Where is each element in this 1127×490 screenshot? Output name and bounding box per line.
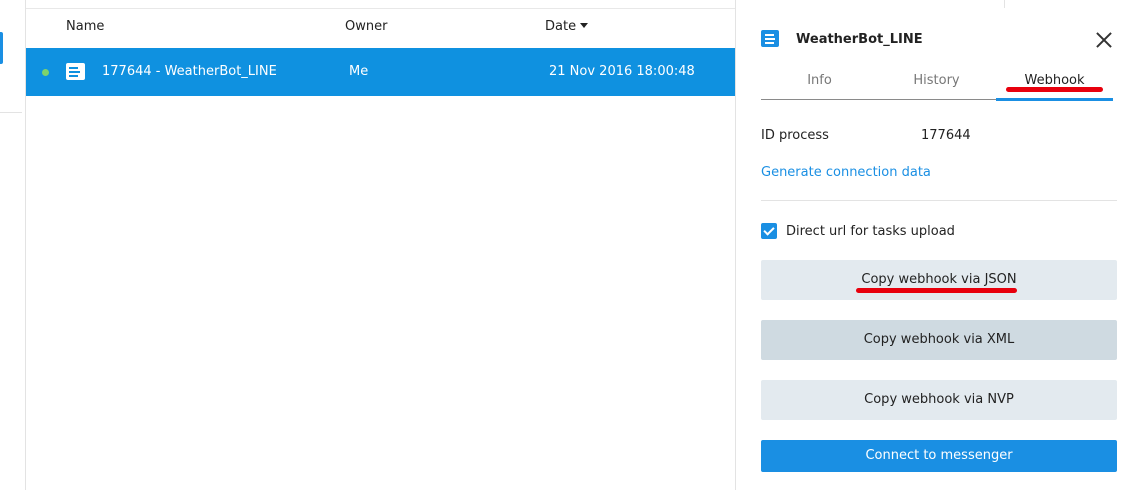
id-process-label: ID process (761, 128, 829, 143)
panel-divider (761, 200, 1117, 201)
panel-title: WeatherBot_LINE (796, 32, 923, 47)
tab-history[interactable]: History (878, 73, 995, 88)
row-name: 177644 - WeatherBot_LINE (102, 64, 277, 79)
column-header-name[interactable]: Name (66, 19, 104, 34)
connect-messenger-label: Connect to messenger (865, 448, 1013, 463)
id-process-value: 177644 (921, 128, 971, 143)
copy-webhook-xml-button[interactable]: Copy webhook via XML (761, 320, 1117, 360)
table-row[interactable]: 177644 - WeatherBot_LINE Me 21 Nov 2016 … (26, 48, 735, 96)
copy-webhook-nvp-button[interactable]: Copy webhook via NVP (761, 380, 1117, 420)
row-owner: Me (349, 64, 369, 79)
direct-url-checkbox[interactable] (761, 223, 777, 239)
column-header-owner[interactable]: Owner (345, 19, 387, 34)
process-icon (761, 30, 779, 47)
panel-tabs: Info History Webhook (761, 64, 1113, 101)
active-tab-underline (996, 98, 1113, 101)
left-strip-active-indicator[interactable] (0, 32, 3, 64)
process-icon (66, 63, 85, 80)
sort-desc-icon (580, 23, 589, 28)
copy-webhook-json-label: Copy webhook via JSON (861, 272, 1017, 287)
connect-messenger-button[interactable]: Connect to messenger (761, 440, 1117, 472)
tab-info[interactable]: Info (761, 73, 878, 88)
process-list: Name Owner Date 177644 - WeatherBot_LINE… (26, 0, 735, 490)
row-date: 21 Nov 2016 18:00:48 (549, 64, 695, 79)
copy-webhook-nvp-label: Copy webhook via NVP (864, 392, 1014, 407)
column-header-date[interactable]: Date (545, 19, 589, 34)
panel-top-divider (1004, 0, 1005, 8)
left-strip (0, 0, 26, 490)
left-strip-divider (0, 112, 22, 113)
red-annotation-mark (856, 288, 1017, 293)
copy-webhook-xml-label: Copy webhook via XML (863, 332, 1015, 347)
generate-connection-link[interactable]: Generate connection data (761, 165, 931, 180)
copy-webhook-json-button[interactable]: Copy webhook via JSON (761, 260, 1117, 300)
red-annotation-mark (1006, 87, 1103, 92)
column-header-date-label: Date (545, 19, 577, 34)
tab-webhook[interactable]: Webhook (996, 73, 1113, 88)
close-icon[interactable] (1094, 30, 1114, 50)
status-online-icon (42, 69, 49, 76)
direct-url-label: Direct url for tasks upload (786, 224, 955, 239)
details-panel: WeatherBot_LINE Info History Webhook ID … (735, 0, 1127, 490)
